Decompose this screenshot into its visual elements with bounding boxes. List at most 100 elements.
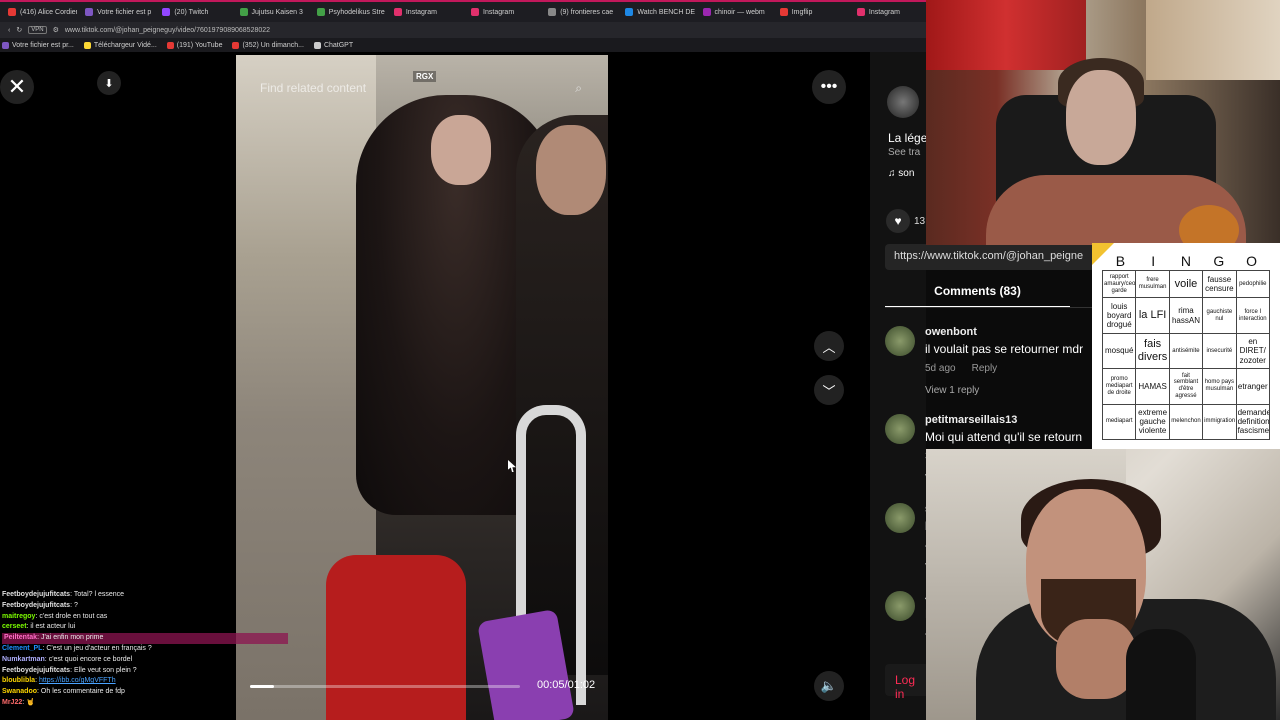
- bookmark-label: Téléchargeur Vidé...: [93, 41, 157, 49]
- tab-label: (9) frontieres cae: [560, 8, 614, 16]
- webcam-wall-poster: [1146, 0, 1280, 80]
- bookmark-label: ChatGPT: [323, 41, 354, 49]
- like-control[interactable]: ♥ 13: [886, 209, 925, 233]
- tab-favicon-icon: [856, 8, 865, 16]
- bingo-cell: voile: [1168, 269, 1204, 299]
- chat-message: Numkartman: c'est quoi encore ce bordel: [2, 655, 133, 663]
- bingo-card: B I N G O rapport amaury/ceonne gardefrere m…: [1092, 243, 1280, 449]
- chat-message: Feetboydejujufitcats: Total? l essence: [2, 591, 125, 598]
- tab-favicon-icon: [85, 8, 94, 16]
- bingo-letter: N: [1180, 253, 1192, 269]
- bingo-cell: force I interaction: [1235, 297, 1271, 334]
- chat-text: Oh les commentaire de fdp: [40, 688, 125, 696]
- reload-icon[interactable]: ↻: [16, 26, 22, 34]
- browser-tab[interactable]: Instagram: [386, 2, 463, 22]
- comment-item: owenbont il voulait pas se retourner mdr…: [885, 326, 1095, 406]
- vpn-badge[interactable]: VPN: [28, 26, 47, 34]
- bingo-cell: rapport amaury/ceonne garde: [1101, 269, 1137, 299]
- webcam-person-face: [1066, 70, 1136, 165]
- browser-tab[interactable]: Instagram: [849, 2, 926, 22]
- webcam-wall-flag: [926, 0, 1086, 70]
- browser-tab[interactable]: (20) Twitch: [154, 2, 231, 22]
- bingo-cell: demande definition fascisme: [1235, 403, 1271, 441]
- bingo-cell: fausse censure: [1202, 269, 1237, 299]
- browser-tab[interactable]: (416) Alice Cordier: [0, 2, 77, 22]
- tab-comments[interactable]: Comments (83): [885, 284, 1070, 308]
- browser-tab[interactable]: Votre fichier est p: [77, 2, 154, 22]
- bingo-cell: fais divers: [1135, 332, 1170, 370]
- video-man-face: [536, 125, 606, 215]
- browser-tab[interactable]: Watch BENCH DE: [617, 2, 695, 22]
- tab-label: Instagram: [868, 8, 901, 16]
- bingo-cell: etranger: [1235, 368, 1271, 405]
- address-bar[interactable]: ‹ ↻ VPN ⚙ www.tiktok.com/@johan_peignegu…: [0, 22, 926, 38]
- browser-tab[interactable]: (9) frontieres cae: [540, 2, 617, 22]
- site-info-icon[interactable]: ⚙: [53, 26, 59, 34]
- bingo-letter: G: [1213, 253, 1225, 269]
- bookmark-favicon-icon: [313, 41, 321, 49]
- browser-tab[interactable]: Jujutsu Kaisen 3: [232, 2, 309, 22]
- previous-video-button[interactable]: ︿: [814, 331, 844, 361]
- author-avatar[interactable]: [887, 86, 919, 118]
- bookmark-favicon-icon: [83, 41, 91, 49]
- share-link-field[interactable]: https://www.tiktok.com/@johan_peigne: [885, 244, 1095, 270]
- login-button[interactable]: Log in: [885, 664, 930, 701]
- bingo-row: mediapart extreme gauche violente melencho…: [1101, 403, 1271, 441]
- bingo-row: mosqué fais divers antisémite insecurité en …: [1101, 332, 1271, 370]
- chat-username: Feetboydejujufitcats: [2, 591, 71, 598]
- chat-message: Clement_PL: C'est un jeu d'acteur en fra…: [2, 644, 152, 652]
- url-text[interactable]: www.tiktok.com/@johan_peigneguy/video/76…: [65, 27, 270, 34]
- next-video-button[interactable]: ﹀: [814, 375, 844, 405]
- chat-text: Elle veut son plein ?: [73, 666, 137, 674]
- close-button[interactable]: ✕: [0, 70, 34, 104]
- bingo-cell: antisémite: [1168, 332, 1204, 370]
- tab-favicon-icon: [239, 8, 248, 16]
- chat-username: Swanadoo: [2, 688, 38, 696]
- chat-text: c'est drole en tout cas: [39, 612, 108, 620]
- volume-button[interactable]: 🔈: [814, 671, 844, 701]
- bookmark-label: Votre fichier est pr...: [12, 41, 74, 49]
- bingo-cell: homo pays musulman: [1202, 368, 1237, 405]
- bingo-letter: B: [1115, 253, 1126, 269]
- browser-tab[interactable]: Instagram: [463, 2, 540, 22]
- chat-text: J'ai enfin mon prime: [40, 634, 104, 642]
- browser-tab[interactable]: Psyhodelikus Stre: [309, 2, 386, 22]
- comment-username[interactable]: petitmarseillais13: [925, 414, 1017, 426]
- chat-text: Total? l essence: [73, 591, 125, 598]
- browser-tab[interactable]: chinoir — webm: [695, 2, 772, 22]
- view-replies-link[interactable]: View 1 reply: [925, 385, 979, 396]
- more-options-button[interactable]: •••: [812, 70, 846, 104]
- bookmark-item[interactable]: (191) YouTube: [166, 41, 222, 49]
- comment-avatar[interactable]: [885, 414, 915, 444]
- back-icon[interactable]: ‹: [8, 27, 10, 34]
- download-button[interactable]: ⬇: [97, 71, 121, 95]
- bookmark-item[interactable]: Votre fichier est pr...: [2, 41, 74, 49]
- bookmark-item[interactable]: (352) Un dimanch...: [232, 41, 304, 49]
- tab-label: Psyhodelikus Stre: [328, 8, 385, 16]
- chat-username: Clement_PL: [2, 644, 43, 652]
- chat-message: cerseet: il est acteur lui: [2, 623, 76, 631]
- video-watermark: RGX: [413, 71, 437, 82]
- chat-text: il est acteur lui: [30, 623, 76, 631]
- comment-username[interactable]: owenbont: [925, 326, 977, 338]
- bingo-cell: fait semblant d'être agressé: [1168, 368, 1204, 405]
- comment-reply-link[interactable]: Reply: [972, 363, 998, 374]
- music-link[interactable]: ♫ son: [888, 168, 914, 179]
- browser-tab[interactable]: Imgflip: [772, 2, 849, 22]
- see-translation-link[interactable]: See tra: [888, 147, 920, 158]
- tab-label: Imgflip: [791, 8, 813, 16]
- comment-avatar[interactable]: [885, 591, 915, 621]
- chat-username: Numkartman: [2, 655, 45, 663]
- comment-text: il voulait pas se retourner mdr: [925, 342, 1084, 356]
- tab-favicon-icon: [779, 8, 788, 16]
- bookmark-item[interactable]: ChatGPT: [313, 41, 354, 49]
- bingo-cell: la LFI: [1135, 297, 1170, 334]
- like-count: 13: [914, 215, 926, 227]
- search-icon[interactable]: ⌕: [575, 81, 582, 96]
- bookmark-item[interactable]: Téléchargeur Vidé...: [83, 41, 157, 49]
- comment-age: 5d ago: [925, 363, 956, 374]
- chat-link[interactable]: https://ibb.co/gMgVFFTh: [39, 677, 116, 684]
- comment-avatar[interactable]: [885, 503, 915, 533]
- heart-icon[interactable]: ♥: [886, 209, 910, 233]
- comment-avatar[interactable]: [885, 326, 915, 356]
